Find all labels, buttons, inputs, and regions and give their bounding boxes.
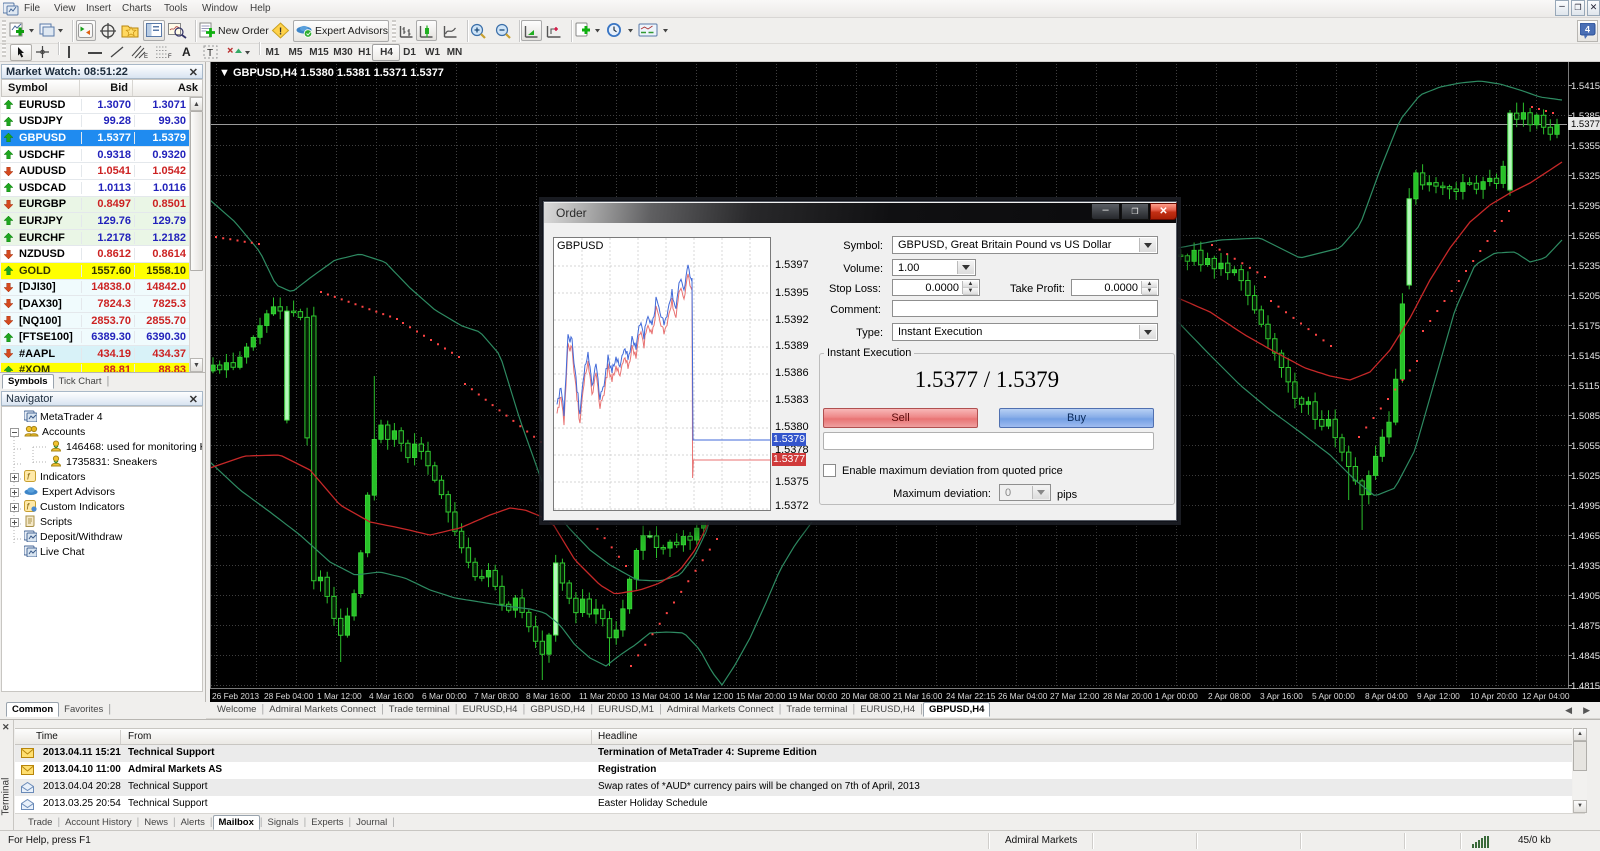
svg-text:12 Apr 04:00: 12 Apr 04:00 xyxy=(1522,691,1570,701)
svg-text:1.5415: 1.5415 xyxy=(1571,81,1600,92)
svg-text:▼ GBPUSD,H4 1.5380 1.5381 1.5: ▼ GBPUSD,H4 1.5380 1.5381 1.5371 1.5377 xyxy=(219,67,444,79)
svg-text:1.5175: 1.5175 xyxy=(1571,321,1600,332)
svg-text:1.4875: 1.4875 xyxy=(1571,621,1600,632)
svg-text:24 Mar 22:15: 24 Mar 22:15 xyxy=(946,691,996,701)
svg-text:1.4845: 1.4845 xyxy=(1571,651,1600,662)
svg-text:1.5085: 1.5085 xyxy=(1571,411,1600,422)
svg-text:1 Apr 00:00: 1 Apr 00:00 xyxy=(1155,691,1198,701)
svg-text:3 Apr 16:00: 3 Apr 16:00 xyxy=(1260,691,1303,701)
svg-text:9 Apr 12:00: 9 Apr 12:00 xyxy=(1417,691,1460,701)
svg-text:1.5115: 1.5115 xyxy=(1571,381,1599,392)
svg-text:10 Apr 20:00: 10 Apr 20:00 xyxy=(1470,691,1518,701)
svg-text:20 Mar 08:00: 20 Mar 08:00 xyxy=(841,691,891,701)
svg-text:F: F xyxy=(168,54,172,59)
svg-text:1.4995: 1.4995 xyxy=(1571,501,1600,512)
svg-text:11 Mar 20:00: 11 Mar 20:00 xyxy=(579,691,628,701)
svg-text:26 Mar 04:00: 26 Mar 04:00 xyxy=(998,691,1048,701)
svg-text:6 Mar 00:00: 6 Mar 00:00 xyxy=(422,691,467,701)
svg-text:1.5025: 1.5025 xyxy=(1571,471,1600,482)
svg-text:21 Mar 16:00: 21 Mar 16:00 xyxy=(893,691,943,701)
svg-text:1.4815: 1.4815 xyxy=(1571,681,1600,692)
svg-text:13 Mar 04:00: 13 Mar 04:00 xyxy=(631,691,681,701)
svg-text:27 Mar 12:00: 27 Mar 12:00 xyxy=(1050,691,1100,701)
svg-text:7 Mar 08:00: 7 Mar 08:00 xyxy=(474,691,519,701)
svg-text:19 Mar 00:00: 19 Mar 00:00 xyxy=(788,691,838,701)
svg-text:28 Feb 04:00: 28 Feb 04:00 xyxy=(264,691,314,701)
svg-text:28 Mar 20:00: 28 Mar 20:00 xyxy=(1103,691,1153,701)
svg-text:GBPUSD: GBPUSD xyxy=(557,240,604,252)
svg-text:1.5377: 1.5377 xyxy=(1571,119,1600,130)
svg-text:1.5205: 1.5205 xyxy=(1571,291,1600,302)
svg-text:!: ! xyxy=(279,27,282,38)
svg-text:1.4905: 1.4905 xyxy=(1571,591,1600,602)
svg-text:1.5235: 1.5235 xyxy=(1571,261,1600,272)
svg-text:E: E xyxy=(144,54,148,59)
svg-text:1.5265: 1.5265 xyxy=(1571,231,1600,242)
svg-text:14 Mar 12:00: 14 Mar 12:00 xyxy=(684,691,734,701)
svg-text:1 Mar 12:00: 1 Mar 12:00 xyxy=(317,691,362,701)
svg-text:4 Mar 16:00: 4 Mar 16:00 xyxy=(369,691,414,701)
svg-text:8 Mar 16:00: 8 Mar 16:00 xyxy=(526,691,571,701)
svg-text:4: 4 xyxy=(1585,25,1590,35)
svg-text:1.4965: 1.4965 xyxy=(1571,531,1600,542)
svg-text:1.4935: 1.4935 xyxy=(1571,561,1600,572)
svg-text:1.5325: 1.5325 xyxy=(1571,171,1600,182)
svg-text:1.5295: 1.5295 xyxy=(1571,201,1600,212)
svg-text:8 Apr 04:00: 8 Apr 04:00 xyxy=(1365,691,1408,701)
svg-text:1.5355: 1.5355 xyxy=(1571,141,1600,152)
svg-text:2 Apr 08:00: 2 Apr 08:00 xyxy=(1208,691,1251,701)
svg-text:1.5145: 1.5145 xyxy=(1571,351,1600,362)
svg-text:5 Apr 00:00: 5 Apr 00:00 xyxy=(1312,691,1355,701)
svg-text:15 Mar 20:00: 15 Mar 20:00 xyxy=(736,691,786,701)
svg-text:T: T xyxy=(207,48,213,59)
svg-text:1.5055: 1.5055 xyxy=(1571,441,1600,452)
svg-text:26 Feb 2013: 26 Feb 2013 xyxy=(212,691,259,701)
